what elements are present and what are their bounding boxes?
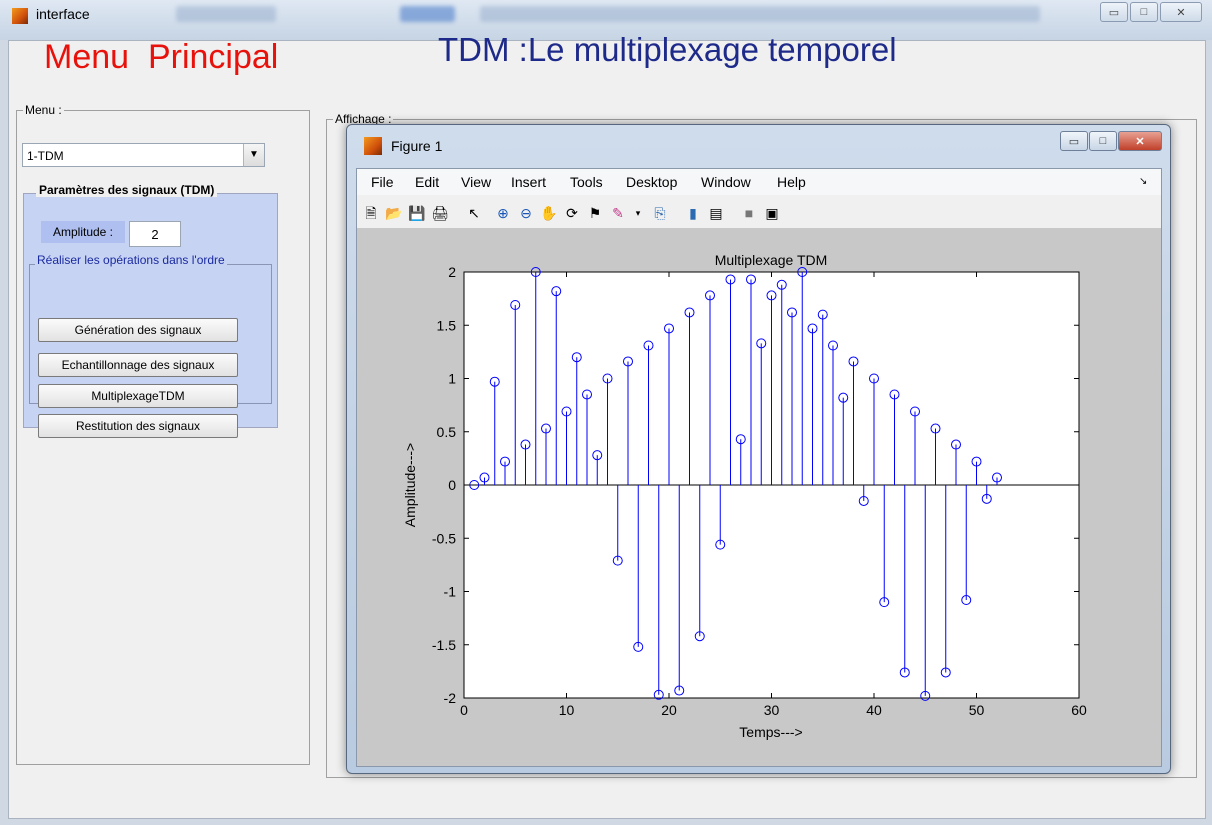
figure-close-button[interactable]: ✕ xyxy=(1118,131,1162,151)
menu-window[interactable]: Window xyxy=(701,174,751,190)
menu-tools[interactable]: Tools xyxy=(570,174,603,190)
y-tick-label: -2 xyxy=(444,690,457,706)
figure-menubar: File Edit View Insert Tools Desktop Wind… xyxy=(357,169,1161,195)
link-plot-icon[interactable]: ⎘ xyxy=(651,204,669,222)
menu-file[interactable]: File xyxy=(371,174,394,190)
zoom-out-icon[interactable]: ⊖ xyxy=(517,204,535,222)
figure-content: File Edit View Insert Tools Desktop Wind… xyxy=(356,168,1162,767)
y-tick-label: 0 xyxy=(448,477,456,493)
y-tick-label: -0.5 xyxy=(432,530,456,546)
brush-icon[interactable]: ✎ xyxy=(609,204,627,222)
menu-help[interactable]: Help xyxy=(777,174,806,190)
plot-background: Multiplexage TDM Temps---> Amplitude--->… xyxy=(357,229,1161,766)
y-tick-label: 2 xyxy=(448,264,456,280)
new-file-icon[interactable]: 🗎 xyxy=(362,204,380,222)
menu-principal-title: Menu Principal xyxy=(44,38,279,76)
pointer-icon[interactable]: ↖ xyxy=(465,204,483,222)
x-tick-label: 0 xyxy=(460,702,468,718)
menu-desktop[interactable]: Desktop xyxy=(626,174,677,190)
menu-view[interactable]: View xyxy=(461,174,491,190)
open-folder-icon[interactable]: 📂 xyxy=(385,204,403,222)
menu-edit[interactable]: Edit xyxy=(415,174,439,190)
x-axis-label: Temps---> xyxy=(739,724,802,740)
multiplexage-button[interactable]: MultiplexageTDM xyxy=(38,384,238,408)
y-tick-label: -1.5 xyxy=(432,637,456,653)
window-title: interface xyxy=(36,6,90,22)
show-plot-tools-icon[interactable]: ▣ xyxy=(763,204,781,222)
print-icon[interactable]: 🖨 xyxy=(431,204,449,222)
zoom-in-icon[interactable]: ⊕ xyxy=(494,204,512,222)
y-tick-label: -1 xyxy=(444,584,457,600)
figure-maximize-button[interactable]: □ xyxy=(1089,131,1117,151)
figure-window-controls: ▭ □ ✕ xyxy=(1060,131,1162,151)
close-button[interactable]: ✕ xyxy=(1160,2,1202,22)
maximize-button[interactable]: □ xyxy=(1130,2,1158,22)
y-axis-label: Amplitude---> xyxy=(402,443,418,527)
save-icon[interactable]: 💾 xyxy=(408,204,426,222)
operations-legend: Réaliser les opérations dans l'ordre xyxy=(35,253,227,267)
x-tick-label: 60 xyxy=(1071,702,1087,718)
brush-dropdown-icon[interactable]: ▾ xyxy=(629,204,647,222)
matlab-icon xyxy=(364,137,382,155)
amplitude-label: Amplitude : xyxy=(41,221,125,243)
x-tick-label: 50 xyxy=(969,702,985,718)
x-tick-label: 20 xyxy=(661,702,677,718)
page-title: TDM :Le multiplexage temporel xyxy=(438,31,897,68)
menu-insert[interactable]: Insert xyxy=(511,174,546,190)
stem-chart[interactable]: Multiplexage TDM Temps---> Amplitude--->… xyxy=(357,229,1161,766)
dock-arrow-icon[interactable]: ↘ xyxy=(1139,176,1147,187)
minimize-button[interactable]: ▭ xyxy=(1100,2,1128,22)
figure-toolbar: 🗎 📂 💾 🖨 ↖ ⊕ ⊖ ✋ ⟳ ⚑ ✎ ▾ ⎘ ▮ ▤ ■ ▣ xyxy=(357,196,1161,229)
matlab-icon xyxy=(12,8,28,24)
legend-icon[interactable]: ▤ xyxy=(707,204,725,222)
restitution-button[interactable]: Restitution des signaux xyxy=(38,414,238,438)
chevron-down-icon[interactable]: ▼ xyxy=(243,144,264,166)
data-cursor-icon[interactable]: ⚑ xyxy=(586,204,604,222)
x-tick-label: 40 xyxy=(866,702,882,718)
menu-select-value: 1-TDM xyxy=(27,149,64,163)
menu-legend: Menu : xyxy=(25,103,62,117)
rotate-3d-icon[interactable]: ⟳ xyxy=(563,204,581,222)
menu-select[interactable]: 1-TDM ▼ xyxy=(22,143,265,167)
generation-button[interactable]: Génération des signaux xyxy=(38,318,238,342)
y-tick-label: 1 xyxy=(448,371,456,387)
chart-title: Multiplexage TDM xyxy=(715,252,828,268)
amplitude-input[interactable]: 2 xyxy=(129,221,181,247)
figure-minimize-button[interactable]: ▭ xyxy=(1060,131,1088,151)
echantillonnage-button[interactable]: Echantillonnage des signaux xyxy=(38,353,238,377)
x-tick-label: 10 xyxy=(559,702,575,718)
params-legend: Paramètres des signaux (TDM) xyxy=(36,183,218,197)
x-tick-label: 30 xyxy=(764,702,780,718)
figure-title: Figure 1 xyxy=(391,138,443,154)
window-controls: ▭ □ ✕ xyxy=(1100,2,1202,22)
colorbar-icon[interactable]: ▮ xyxy=(684,204,702,222)
hide-plot-tools-icon[interactable]: ■ xyxy=(740,204,758,222)
pan-icon[interactable]: ✋ xyxy=(540,204,558,222)
figure-window: Figure 1 ▭ □ ✕ File Edit View Insert Too… xyxy=(346,124,1171,774)
y-tick-label: 1.5 xyxy=(437,317,457,333)
y-tick-label: 0.5 xyxy=(437,424,457,440)
